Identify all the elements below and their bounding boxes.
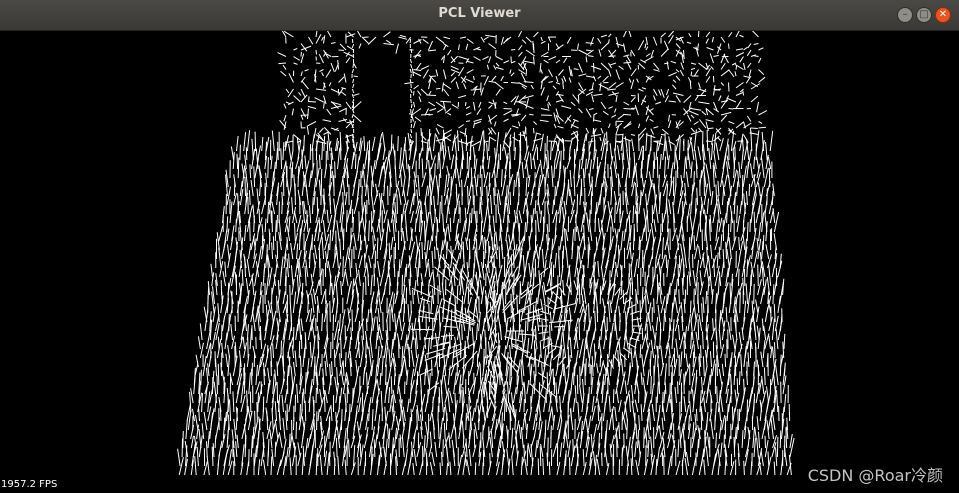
maximize-icon: □	[919, 9, 929, 20]
point-cloud-viewport[interactable]: 1957.2 FPS CSDN @Roar冷颜	[0, 31, 959, 493]
point-cloud-normals	[177, 31, 795, 476]
close-button[interactable]: ✕	[935, 7, 951, 23]
maximize-button[interactable]: □	[916, 7, 932, 23]
close-icon: ✕	[938, 9, 948, 20]
watermark: CSDN @Roar冷颜	[807, 466, 943, 485]
minimize-button[interactable]: –	[897, 7, 913, 23]
minimize-icon: –	[902, 9, 908, 20]
fps-counter: 1957.2 FPS	[1, 479, 58, 490]
window-titlebar[interactable]: PCL Viewer – □ ✕	[0, 0, 959, 31]
window-title: PCL Viewer	[438, 6, 521, 21]
